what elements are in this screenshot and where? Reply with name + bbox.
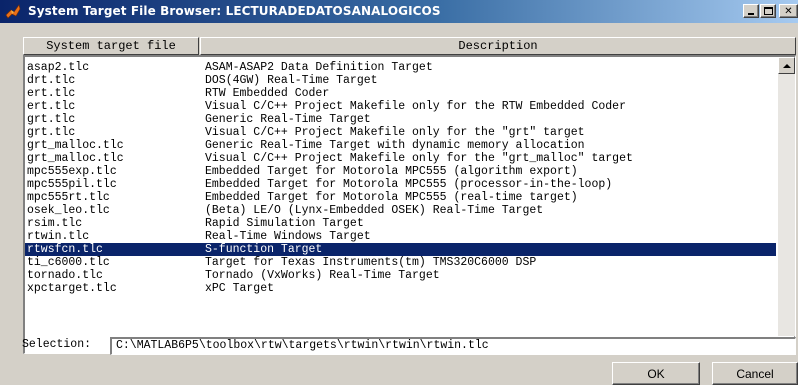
target-description: Visual C/C++ Project Makefile only for t… [205, 100, 626, 113]
target-description: Real-Time Windows Target [205, 230, 371, 243]
target-file-name: rtwin.tlc [27, 230, 90, 243]
target-file-name: asap2.tlc [27, 61, 90, 74]
list-item[interactable]: rsim.tlc Rapid Simulation Target [25, 217, 776, 230]
target-file-name: rsim.tlc [27, 217, 83, 230]
target-file-name: grt_malloc.tlc [27, 139, 124, 152]
target-file-name: mpc555rt.tlc [27, 191, 110, 204]
list-item[interactable]: osek_leo.tlc (Beta) LE/O (Lynx-Embedded O… [25, 204, 776, 217]
target-file-name: tornado.tlc [27, 269, 103, 282]
list-item[interactable]: grt_malloc.tlc Generic Real-Time Target w… [25, 139, 776, 152]
list-item[interactable]: asap2.tlc ASAM-ASAP2 Data Definition Targ… [25, 61, 776, 74]
vertical-scrollbar[interactable] [778, 57, 795, 353]
list-item[interactable]: ert.tlc Visual C/C++ Project Makefile onl… [25, 100, 776, 113]
target-description: Target for Texas Instruments(tm) TMS320C… [205, 256, 537, 269]
maximize-icon [763, 7, 773, 15]
target-description: Embedded Target for Motorola MPC555 (pro… [205, 178, 613, 191]
target-file-name: ert.tlc [27, 87, 76, 100]
list-item[interactable]: ti_c6000.tlc Target for Texas Instruments… [25, 256, 776, 269]
list-item[interactable]: ert.tlc RTW Embedded Coder [25, 87, 776, 100]
selection-field[interactable]: C:\MATLAB6P5\toolbox\rtw\targets\rtwin\r… [110, 337, 796, 355]
target-file-name: mpc555exp.tlc [27, 165, 117, 178]
minimize-icon [748, 13, 754, 15]
scroll-up-button[interactable] [778, 57, 795, 74]
target-description: Generic Real-Time Target with dynamic me… [205, 139, 585, 152]
target-file-name: osek_leo.tlc [27, 204, 110, 217]
target-description: Visual C/C++ Project Makefile only for t… [205, 126, 585, 139]
close-button[interactable]: ✕ [779, 4, 798, 18]
target-description: Rapid Simulation Target [205, 217, 364, 230]
target-file-name: grt_malloc.tlc [27, 152, 124, 165]
cancel-button[interactable]: Cancel [712, 362, 798, 385]
window-title: System Target File Browser: LECTURADEDAT… [28, 4, 441, 18]
list-item[interactable]: xpctarget.tlc xPC Target [25, 282, 776, 295]
target-file-name: mpc555pil.tlc [27, 178, 117, 191]
target-file-list[interactable]: asap2.tlc ASAM-ASAP2 Data Definition Targ… [23, 55, 796, 354]
target-description: Embedded Target for Motorola MPC555 (rea… [205, 191, 578, 204]
title-bar[interactable]: System Target File Browser: LECTURADEDAT… [0, 0, 798, 23]
target-file-name: xpctarget.tlc [27, 282, 117, 295]
target-description: RTW Embedded Coder [205, 87, 330, 100]
list-item[interactable]: tornado.tlc Tornado (VxWorks) Real-Time T… [25, 269, 776, 282]
target-file-name: ert.tlc [27, 100, 76, 113]
list-item[interactable]: rtwsfcn.tlc S-function Target [25, 243, 776, 256]
target-file-name: grt.tlc [27, 126, 76, 139]
selection-label: Selection: [22, 338, 92, 351]
target-description: Visual C/C++ Project Makefile only for t… [205, 152, 633, 165]
target-description: xPC Target [205, 282, 275, 295]
minimize-button[interactable] [743, 4, 759, 18]
target-description: Generic Real-Time Target [205, 113, 371, 126]
target-file-name: drt.tlc [27, 74, 76, 87]
target-file-name: rtwsfcn.tlc [27, 243, 103, 256]
column-header-target-file[interactable]: System target file [23, 37, 199, 55]
list-item[interactable]: mpc555exp.tlc Embedded Target for Motorol… [25, 165, 776, 178]
list-item[interactable]: grt.tlc Generic Real-Time Target [25, 113, 776, 126]
list-item[interactable]: rtwin.tlc Real-Time Windows Target [25, 230, 776, 243]
maximize-button[interactable] [760, 4, 776, 18]
column-header-description[interactable]: Description [200, 37, 796, 55]
target-description: Tornado (VxWorks) Real-Time Target [205, 269, 440, 282]
target-description: DOS(4GW) Real-Time Target [205, 74, 378, 87]
list-item[interactable]: mpc555rt.tlc Embedded Target for Motorola… [25, 191, 776, 204]
target-description: Embedded Target for Motorola MPC555 (alg… [205, 165, 578, 178]
target-description: ASAM-ASAP2 Data Definition Target [205, 61, 433, 74]
target-description: S-function Target [205, 243, 323, 256]
list-item[interactable]: mpc555pil.tlc Embedded Target for Motorol… [25, 178, 776, 191]
target-file-name: grt.tlc [27, 113, 76, 126]
list-item[interactable]: drt.tlc DOS(4GW) Real-Time Target [25, 74, 776, 87]
arrow-up-icon [782, 63, 791, 68]
target-file-name: ti_c6000.tlc [27, 256, 110, 269]
close-icon: ✕ [784, 5, 793, 17]
ok-button[interactable]: OK [612, 362, 700, 385]
list-item[interactable]: grt_malloc.tlc Visual C/C++ Project Makef… [25, 152, 776, 165]
target-description: (Beta) LE/O (Lynx-Embedded OSEK) Real-Ti… [205, 204, 544, 217]
list-item[interactable]: grt.tlc Visual C/C++ Project Makefile onl… [25, 126, 776, 139]
matlab-logo-icon [5, 4, 21, 19]
